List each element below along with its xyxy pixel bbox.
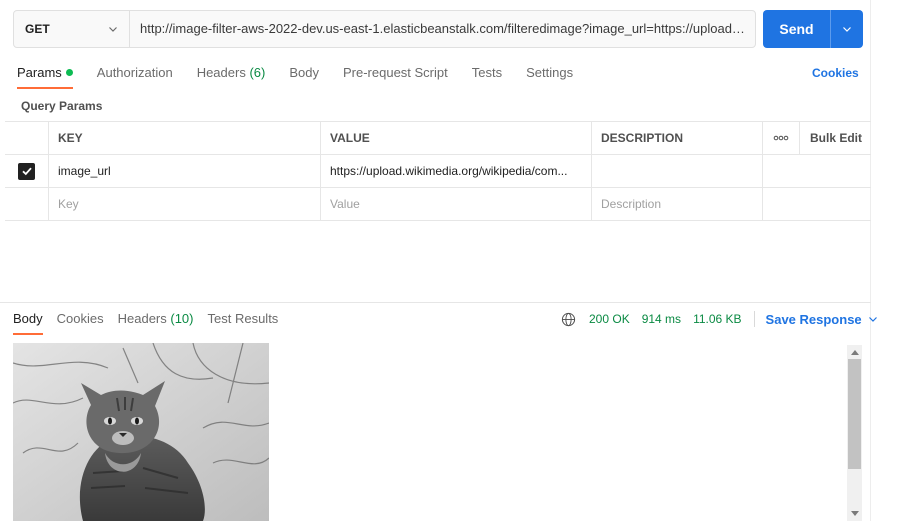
tab-settings[interactable]: Settings [526, 63, 573, 89]
response-divider[interactable] [0, 302, 871, 303]
param-key-cell[interactable]: image_url [49, 155, 321, 187]
param-value: https://upload.wikimedia.org/wikipedia/c… [330, 164, 568, 178]
resp-tab-body[interactable]: Body [13, 311, 43, 335]
cookies-link[interactable]: Cookies [812, 66, 859, 80]
key-placeholder: Key [58, 197, 79, 211]
tab-body-label: Body [289, 65, 319, 80]
new-description-input[interactable]: Description [592, 188, 763, 220]
table-row-empty: Key Value Description [5, 188, 871, 221]
status-separator [753, 311, 755, 327]
header-key: KEY [49, 122, 321, 154]
check-icon [21, 167, 32, 176]
response-size[interactable]: 11.06 KB [693, 312, 741, 326]
triangle-down-icon [850, 511, 859, 516]
resp-tab-cookies-label: Cookies [56, 311, 104, 326]
tab-body[interactable]: Body [289, 63, 319, 89]
tab-authorization-label: Authorization [96, 65, 173, 80]
new-key-input[interactable]: Key [49, 188, 321, 220]
send-button[interactable]: Send [763, 10, 830, 48]
tab-params[interactable]: Params [17, 63, 73, 89]
response-tabs: Body Cookies Headers (10) Test Results [13, 311, 292, 335]
response-status-bar: 200 OK 914 ms 11.06 KB Save Response [561, 311, 878, 327]
url-input[interactable]: http://image-filter-aws-2022-dev.us-east… [130, 11, 755, 47]
tab-headers-count: (6) [249, 65, 266, 80]
send-options-button[interactable] [831, 10, 863, 48]
chevron-down-icon [843, 27, 851, 32]
more-options-button[interactable] [763, 122, 800, 154]
resp-tab-headers[interactable]: Headers (10) [118, 311, 194, 335]
scrollbar-thumb[interactable] [848, 359, 861, 469]
status-code[interactable]: 200 OK [589, 312, 630, 326]
param-enabled-checkbox[interactable] [18, 162, 35, 180]
tab-pre-request-script[interactable]: Pre-request Script [343, 63, 448, 89]
resp-tab-headers-count: (10) [170, 311, 194, 326]
header-check-cell [5, 122, 49, 154]
resp-tab-cookies[interactable]: Cookies [57, 311, 104, 335]
description-placeholder: Description [601, 197, 662, 211]
scroll-down-arrow[interactable] [847, 507, 862, 521]
chevron-down-icon [109, 27, 117, 32]
globe-icon[interactable] [561, 312, 576, 327]
table-row: image_url https://upload.wikimedia.org/w… [5, 155, 871, 188]
tab-tests-label: Tests [471, 65, 503, 80]
cat-image [13, 343, 269, 521]
bulk-edit-button[interactable]: Bulk Edit [800, 122, 871, 154]
empty-check-cell [5, 188, 49, 220]
tab-params-label: Params [17, 65, 62, 80]
tab-headers[interactable]: Headers (6) [197, 63, 266, 89]
response-time[interactable]: 914 ms [642, 312, 681, 326]
new-value-input[interactable]: Value [321, 188, 592, 220]
query-params-table: KEY VALUE DESCRIPTION Bulk Edit image_ur… [5, 121, 871, 221]
param-description-cell[interactable] [592, 155, 763, 187]
param-row-tail [763, 155, 871, 187]
tab-authorization[interactable]: Authorization [97, 63, 173, 89]
request-tabs: Params Authorization Headers (6) Body Pr… [17, 63, 597, 89]
save-response-button[interactable]: Save Response [766, 312, 862, 327]
more-icon [773, 135, 789, 141]
url-bar: GET http://image-filter-aws-2022-dev.us-… [13, 10, 756, 48]
tab-tests[interactable]: Tests [472, 63, 502, 89]
response-scrollbar[interactable] [847, 345, 862, 521]
empty-row-tail [763, 188, 871, 220]
send-button-group: Send [763, 10, 863, 48]
chevron-down-icon[interactable] [868, 314, 878, 324]
params-active-dot [65, 69, 73, 76]
header-description: DESCRIPTION [592, 122, 763, 154]
value-placeholder: Value [330, 197, 360, 211]
response-image [13, 343, 269, 521]
method-select[interactable]: GET [14, 11, 130, 47]
param-enabled-cell [5, 155, 49, 187]
resp-tab-test-results-label: Test Results [207, 311, 279, 326]
tab-pre-request-script-label: Pre-request Script [342, 65, 448, 80]
param-value-cell[interactable]: https://upload.wikimedia.org/wikipedia/c… [321, 155, 592, 187]
query-params-title: Query Params [21, 99, 103, 113]
resp-tab-test-results[interactable]: Test Results [208, 311, 279, 335]
tab-headers-label: Headers [196, 65, 246, 80]
resp-tab-body-label: Body [13, 311, 43, 326]
resp-tab-headers-label: Headers [117, 311, 167, 326]
header-value: VALUE [321, 122, 592, 154]
table-header-row: KEY VALUE DESCRIPTION Bulk Edit [5, 122, 871, 155]
tab-settings-label: Settings [526, 65, 574, 80]
triangle-up-icon [850, 350, 859, 355]
param-key: image_url [58, 164, 111, 178]
scroll-up-arrow[interactable] [847, 345, 862, 359]
method-label: GET [25, 22, 50, 36]
